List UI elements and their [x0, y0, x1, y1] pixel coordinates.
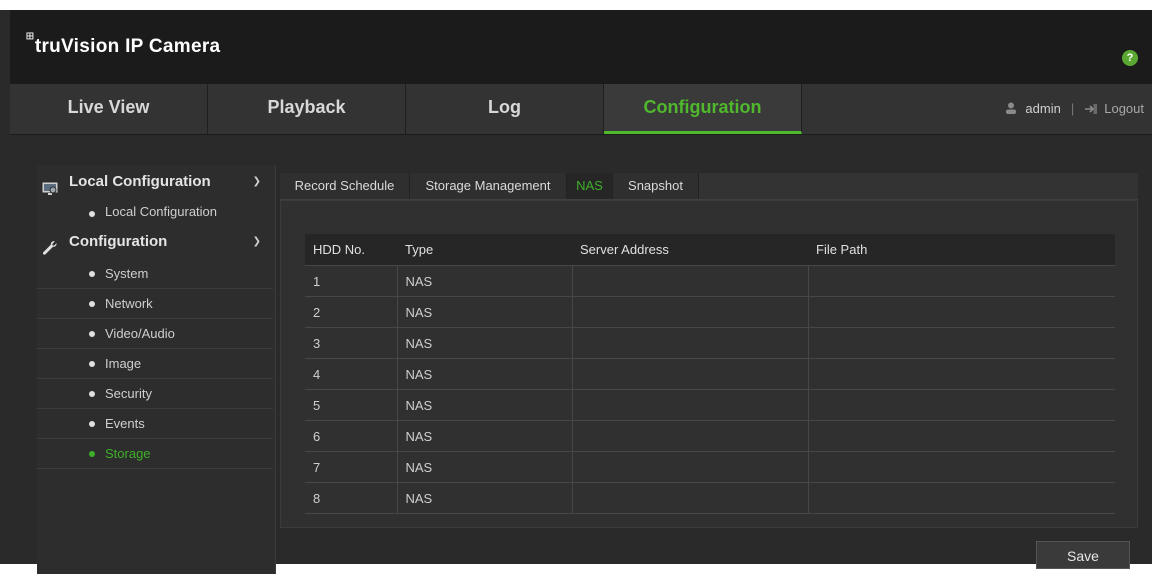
cell-file-path[interactable]	[807, 327, 1115, 359]
cell-hdd-no: 8	[305, 482, 397, 514]
sidebar-group-label: Local Configuration	[69, 173, 211, 190]
table-row[interactable]: 7 NAS	[305, 451, 1115, 483]
nas-table: HDD No. Type Server Address File Path 1 …	[305, 234, 1115, 514]
cell-type: NAS	[396, 451, 572, 483]
cell-server-address[interactable]	[571, 265, 808, 297]
chevron-down-icon[interactable]: ❯	[253, 225, 261, 259]
cell-hdd-no: 2	[305, 296, 397, 328]
cell-server-address[interactable]	[571, 482, 808, 514]
cell-file-path[interactable]	[807, 358, 1115, 390]
nav-tab-log[interactable]: Log	[406, 84, 604, 134]
cell-hdd-no: 7	[305, 451, 397, 483]
sidebar: Local Configuration ❯ Local Configuratio…	[37, 165, 276, 574]
user-area: admin | Logout	[1005, 84, 1144, 134]
cell-server-address[interactable]	[571, 327, 808, 359]
app-logo: ⊞ truVision IP Camera	[26, 30, 220, 58]
tab-record-schedule[interactable]: Record Schedule	[280, 173, 410, 199]
cell-hdd-no: 6	[305, 420, 397, 452]
logo-mark-icon: ⊞	[26, 29, 34, 44]
cell-type: NAS	[396, 358, 572, 390]
table-row[interactable]: 1 NAS	[305, 265, 1115, 297]
cell-type: NAS	[396, 296, 572, 328]
sidebar-group-local-configuration[interactable]: Local Configuration ❯	[37, 165, 275, 199]
cell-hdd-no: 5	[305, 389, 397, 421]
nas-panel: HDD No. Type Server Address File Path 1 …	[280, 200, 1138, 528]
content-area: Record Schedule Storage Management NAS S…	[276, 165, 1140, 574]
tab-nas[interactable]: NAS	[567, 173, 613, 199]
sidebar-item-image[interactable]: Image	[37, 349, 273, 379]
sidebar-item-network[interactable]: Network	[37, 289, 273, 319]
column-header-file-path: File Path	[808, 234, 1115, 266]
wrench-icon	[42, 235, 58, 255]
cell-server-address[interactable]	[571, 451, 808, 483]
table-row[interactable]: 3 NAS	[305, 327, 1115, 359]
app-window: ⊞ truVision IP Camera ? Live View Playba…	[0, 10, 1152, 574]
tab-snapshot[interactable]: Snapshot	[613, 173, 699, 199]
sidebar-group-label: Configuration	[69, 233, 168, 250]
table-row[interactable]: 5 NAS	[305, 389, 1115, 421]
sidebar-item-storage[interactable]: Storage	[37, 439, 273, 469]
sidebar-item-system[interactable]: System	[37, 259, 273, 289]
cell-file-path[interactable]	[807, 482, 1115, 514]
chevron-down-icon[interactable]: ❯	[253, 165, 261, 199]
cell-file-path[interactable]	[807, 420, 1115, 452]
cell-type: NAS	[396, 420, 572, 452]
cell-hdd-no: 4	[305, 358, 397, 390]
user-icon	[1005, 102, 1017, 114]
cell-type: NAS	[396, 265, 572, 297]
header-bar: ⊞ truVision IP Camera ?	[10, 10, 1152, 84]
sidebar-group-configuration[interactable]: Configuration ❯	[37, 225, 275, 259]
sidebar-item-events[interactable]: Events	[37, 409, 273, 439]
cell-hdd-no: 3	[305, 327, 397, 359]
user-separator: |	[1070, 101, 1075, 116]
cell-file-path[interactable]	[807, 265, 1115, 297]
sidebar-item-local-configuration[interactable]: Local Configuration	[37, 199, 273, 225]
cell-file-path[interactable]	[807, 296, 1115, 328]
cell-server-address[interactable]	[571, 358, 808, 390]
table-row[interactable]: 6 NAS	[305, 420, 1115, 452]
table-row[interactable]: 4 NAS	[305, 358, 1115, 390]
cell-type: NAS	[396, 327, 572, 359]
table-row[interactable]: 2 NAS	[305, 296, 1115, 328]
cell-type: NAS	[396, 389, 572, 421]
sidebar-item-video-audio[interactable]: Video/Audio	[37, 319, 273, 349]
main-nav: Live View Playback Log Configuration adm…	[10, 84, 1152, 135]
nav-tab-playback[interactable]: Playback	[208, 84, 406, 134]
monitor-gear-icon	[42, 175, 58, 195]
cell-file-path[interactable]	[807, 451, 1115, 483]
save-button[interactable]: Save	[1036, 541, 1130, 569]
column-header-hdd-no: HDD No.	[305, 234, 397, 266]
logout-icon[interactable]	[1084, 103, 1098, 115]
cell-type: NAS	[396, 482, 572, 514]
table-header-row: HDD No. Type Server Address File Path	[305, 234, 1115, 266]
app-title: truVision IP Camera	[34, 36, 221, 57]
nav-tab-configuration[interactable]: Configuration	[604, 84, 802, 134]
tab-storage-management[interactable]: Storage Management	[410, 173, 567, 199]
nav-tab-live-view[interactable]: Live View	[10, 84, 208, 134]
cell-file-path[interactable]	[807, 389, 1115, 421]
sub-tab-bar: Record Schedule Storage Management NAS S…	[280, 173, 1138, 200]
help-icon[interactable]: ?	[1122, 50, 1138, 66]
sidebar-item-security[interactable]: Security	[37, 379, 273, 409]
cell-server-address[interactable]	[571, 420, 808, 452]
column-header-server-address: Server Address	[572, 234, 808, 266]
table-row[interactable]: 8 NAS	[305, 482, 1115, 514]
logout-link[interactable]: Logout	[1104, 86, 1144, 132]
cell-server-address[interactable]	[571, 389, 808, 421]
cell-server-address[interactable]	[571, 296, 808, 328]
cell-hdd-no: 1	[305, 265, 397, 297]
username-label: admin	[1025, 101, 1061, 116]
column-header-type: Type	[397, 234, 572, 266]
